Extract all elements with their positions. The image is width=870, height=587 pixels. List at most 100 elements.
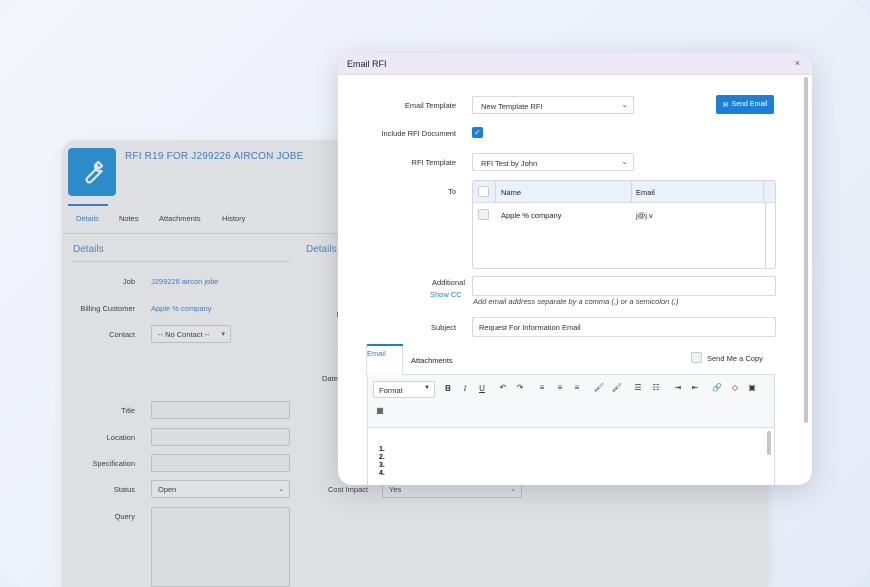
wrench-icon bbox=[68, 148, 116, 196]
tab-attachments[interactable]: Attachments bbox=[159, 214, 201, 223]
tab-notes[interactable]: Notes bbox=[119, 214, 139, 223]
close-icon[interactable]: × bbox=[795, 58, 800, 68]
section-title-details: Details bbox=[73, 244, 104, 255]
email-template-value: New Template RFI bbox=[481, 102, 543, 111]
tab-email[interactable]: Email bbox=[367, 349, 386, 358]
select-all-checkbox[interactable] bbox=[478, 186, 489, 197]
include-rfi-document-checkbox[interactable]: ✓ bbox=[472, 127, 483, 138]
redo-icon[interactable]: ↷ bbox=[514, 383, 526, 392]
format-select[interactable]: Format ▼ bbox=[373, 381, 435, 398]
email-rfi-modal: Email RFI × Email Template New Template … bbox=[338, 53, 812, 485]
additional-email-hint: Add email address separate by a comma (,… bbox=[473, 297, 679, 306]
send-me-copy-label: Send Me a Copy bbox=[707, 354, 763, 363]
column-separator bbox=[763, 181, 764, 203]
editor-list-item: 1. bbox=[379, 446, 385, 453]
contact-select-value: -- No Contact -- bbox=[158, 330, 210, 339]
editor-scrollbar[interactable] bbox=[767, 431, 771, 455]
email-column-header[interactable]: Email bbox=[636, 188, 655, 197]
location-input[interactable] bbox=[151, 428, 290, 446]
email-body-editor[interactable]: 1. 2. 3. 4. bbox=[367, 428, 775, 485]
cost-impact-label: Cost Impact bbox=[327, 485, 368, 494]
email-template-select[interactable]: New Template RFI ⌄ bbox=[472, 96, 634, 114]
send-email-label: Send Email bbox=[731, 101, 768, 108]
indent-icon[interactable]: ⇥ bbox=[672, 383, 684, 392]
rfi-title: RFI R19 FOR J299226 AIRCON JOBE bbox=[125, 151, 304, 162]
format-select-value: Format bbox=[379, 386, 403, 395]
recipient-email: j@j.v bbox=[636, 211, 653, 220]
billing-customer-label: Billing Customer bbox=[80, 304, 135, 313]
bullet-list-icon[interactable]: ☰ bbox=[632, 383, 644, 392]
modal-scrollbar-thumb[interactable] bbox=[804, 77, 808, 423]
tab-active-indicator bbox=[68, 204, 108, 206]
modal-header: Email RFI × bbox=[338, 53, 812, 75]
rfi-template-value: RFI Test by John bbox=[481, 159, 538, 168]
section-title-details-right: Details bbox=[306, 244, 337, 255]
align-right-icon[interactable]: ≡ bbox=[571, 383, 583, 392]
tab-details[interactable]: Details bbox=[76, 214, 99, 223]
title-input[interactable] bbox=[151, 401, 290, 419]
caret-down-icon: ▾ bbox=[221, 331, 225, 338]
include-rfi-document-label: Include RFI Document bbox=[381, 129, 456, 138]
email-tab-indicator bbox=[367, 344, 403, 346]
billing-customer-link[interactable]: Apple % company bbox=[151, 304, 211, 313]
specification-input[interactable] bbox=[151, 454, 290, 472]
name-column-header[interactable]: Name bbox=[501, 188, 521, 197]
clear-format-icon[interactable]: 🖌 bbox=[611, 383, 623, 392]
column-separator bbox=[631, 181, 632, 203]
align-center-icon[interactable]: ≡ bbox=[554, 383, 566, 392]
subject-input[interactable]: Request For Information Email bbox=[472, 317, 776, 337]
brush-icon[interactable]: 🖌 bbox=[593, 383, 605, 392]
table-scroll-divider bbox=[765, 203, 766, 268]
editor-list-item: 2. bbox=[379, 454, 385, 461]
caret-down-icon: ▼ bbox=[424, 385, 430, 391]
contact-label: Contact bbox=[109, 330, 135, 339]
envelope-icon: ✉ bbox=[722, 101, 729, 109]
source-code-icon[interactable]: ◇ bbox=[729, 383, 741, 392]
query-textarea[interactable] bbox=[151, 507, 290, 587]
editor-list-item: 4. bbox=[379, 470, 385, 477]
column-separator bbox=[495, 181, 496, 203]
row-checkbox[interactable] bbox=[478, 209, 489, 220]
chevron-down-icon: ⌄ bbox=[621, 157, 628, 166]
location-label: Location bbox=[106, 433, 135, 442]
tab-attachments[interactable]: Attachments bbox=[411, 356, 453, 365]
rfi-template-select[interactable]: RFI Test by John ⌄ bbox=[472, 153, 634, 171]
job-link[interactable]: J299226 aircon jobe bbox=[151, 277, 219, 286]
undo-icon[interactable]: ↶ bbox=[497, 383, 509, 392]
show-cc-link[interactable]: Show CC bbox=[430, 290, 462, 299]
recipients-table-header: Name Email bbox=[473, 181, 775, 203]
additional-label: Additional bbox=[432, 278, 465, 287]
recipients-table: Name Email Apple % company j@j.v bbox=[472, 180, 776, 269]
cost-impact-select-value: Yes bbox=[389, 485, 402, 494]
underline-icon[interactable]: U bbox=[476, 384, 488, 393]
modal-scrollbar[interactable] bbox=[804, 77, 810, 481]
send-email-button[interactable]: ✉ Send Email bbox=[716, 95, 774, 114]
job-label: Job bbox=[122, 277, 135, 286]
send-me-copy-checkbox[interactable] bbox=[691, 352, 702, 363]
subject-value: Request For Information Email bbox=[479, 323, 581, 332]
rfi-template-label: RFI Template bbox=[411, 158, 456, 167]
editor-list-item: 3. bbox=[379, 462, 385, 469]
recipient-name: Apple % company bbox=[501, 211, 562, 220]
align-left-icon[interactable]: ≡ bbox=[536, 383, 548, 392]
numbered-list-icon[interactable]: ☷ bbox=[650, 383, 662, 392]
title-label: Title bbox=[121, 406, 135, 415]
image-icon[interactable]: ▣ bbox=[746, 383, 758, 392]
modal-title: Email RFI bbox=[347, 59, 387, 69]
outdent-icon[interactable]: ⇤ bbox=[689, 383, 701, 392]
specification-label: Specification bbox=[92, 459, 135, 468]
chevron-down-icon: ⌄ bbox=[621, 100, 628, 109]
link-icon[interactable]: 🔗 bbox=[711, 383, 723, 392]
contact-select[interactable]: -- No Contact -- ▾ bbox=[151, 325, 231, 343]
email-template-label: Email Template bbox=[404, 101, 456, 110]
table-icon[interactable]: ▦ bbox=[374, 406, 386, 415]
status-select[interactable]: Open ⌄ bbox=[151, 480, 290, 498]
query-label: Query bbox=[114, 512, 135, 521]
additional-email-input[interactable] bbox=[472, 276, 776, 296]
tab-history[interactable]: History bbox=[222, 214, 245, 223]
chevron-down-icon: ⌄ bbox=[510, 486, 516, 493]
bold-icon[interactable]: B bbox=[442, 384, 454, 393]
to-label: To bbox=[448, 187, 456, 196]
italic-icon[interactable]: I bbox=[459, 384, 471, 393]
status-select-value: Open bbox=[158, 485, 177, 494]
